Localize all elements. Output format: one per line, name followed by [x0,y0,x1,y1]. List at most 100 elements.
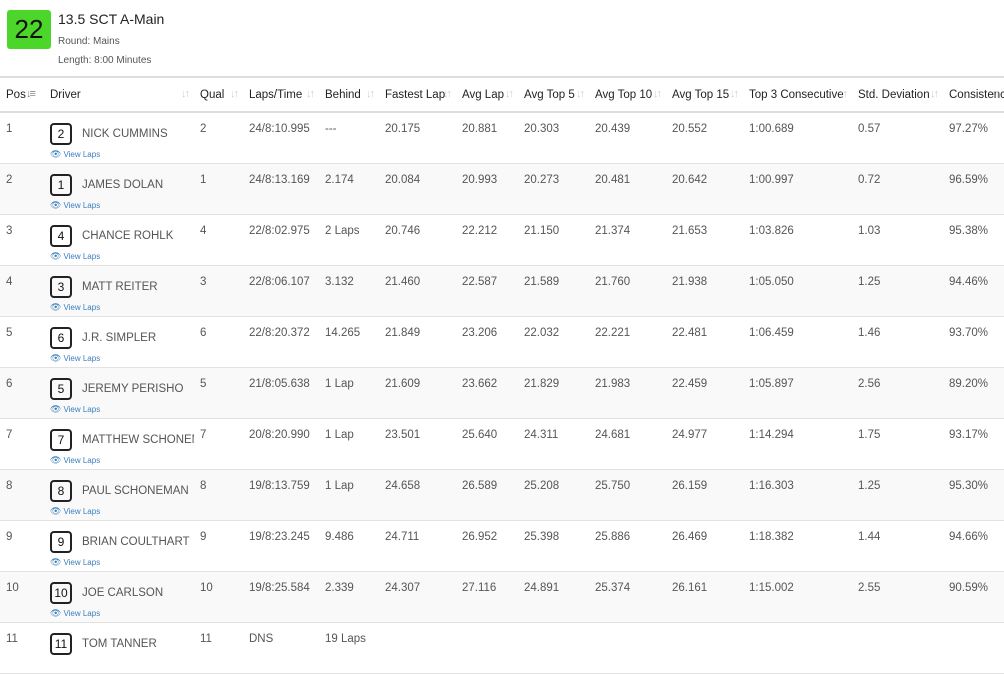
column-header-consistency[interactable]: Consistency↓↑ [943,76,1004,113]
column-header-pos[interactable]: Pos ↓≡ [0,76,44,113]
driver-cell: 4 CHANCE ROHLK 👁 View Laps [44,214,194,265]
driver-cell: 2 NICK CUMMINS 👁 View Laps [44,112,194,163]
view-laps-link[interactable]: 👁 View Laps [50,404,194,415]
cell-behind: 1 Lap [325,479,354,492]
sort-icon[interactable]: ↓↑ [366,88,375,100]
cell-avg-top-5: 20.303 [524,123,560,135]
cell-behind: 9.486 [325,530,354,543]
sort-icon[interactable]: ↓↑ [930,88,939,100]
cell-top-3-consecutive: 1:14.294 [749,428,794,441]
view-laps-link[interactable]: 👁 View Laps [50,608,194,619]
cell-std-deviation: 2.55 [858,581,881,594]
sort-icon[interactable]: ↓↑ [576,88,585,100]
cell-behind: --- [325,123,337,135]
cell-pos: 8 [6,479,13,492]
driver-cell: 8 PAUL SCHONEMAN 👁 View Laps [44,469,194,520]
cell-laps-time: 22/8:02.975 [249,224,310,237]
cell-avg-top-5 [518,622,589,673]
cell-avg-top-10: 21.374 [595,224,631,237]
view-laps-link[interactable]: 👁 View Laps [50,251,194,262]
cell-behind: 2.174 [325,173,354,186]
sort-icon[interactable]: ↓↑ [839,88,848,100]
column-header-qual[interactable]: Qual ↓↑ [194,76,243,113]
column-header-avg-lap[interactable]: Avg Lap ↓↑ [456,76,518,113]
driver-name: JOE CARLSON [82,586,164,599]
view-laps-label: View Laps [63,404,101,414]
view-laps-link[interactable]: 👁 View Laps [50,557,194,568]
cell-avg-top-10: 22.221 [595,326,631,339]
eye-icon: 👁 [50,149,62,159]
cell-top-3-consecutive: 1:03.826 [749,224,794,237]
view-laps-label: View Laps [63,150,101,159]
column-header-behind[interactable]: Behind ↓↑ [319,76,379,113]
column-header-top-3-consecutive[interactable]: Top 3 Consecutive ↓↑ [743,76,852,113]
cell-avg-lap [456,622,518,673]
cell-avg-lap: 22.587 [462,275,498,288]
column-header-fastest-lap[interactable]: Fastest Lap ↓↑ [379,76,456,113]
eye-icon: 👁 [50,301,62,312]
cell-laps-time: 24/8:13.169 [249,173,310,186]
cell-fastest-lap: 21.460 [385,275,421,288]
table-row: 1 2 NICK CUMMINS 👁 View Laps 2 24/8:10.995 --- 2… [0,112,1004,163]
cell-avg-lap: 27.116 [462,581,497,594]
column-header-driver[interactable]: Driver ↓↑ [44,76,194,113]
sort-icon[interactable]: ↓↑ [505,88,514,100]
eye-icon: 👁 [50,607,62,618]
race-length: Length: 8:00 Minutes [58,55,152,66]
sort-icon[interactable]: ↓↑ [230,88,239,100]
view-laps-link[interactable]: 👁 View Laps [50,302,194,313]
driver-name: TOM TANNER [82,637,157,650]
cell-consistency: 96.59% [949,173,989,186]
sort-icon[interactable]: ↓↑ [181,88,190,100]
car-number-badge: 2 [50,123,72,145]
cell-qual: 2 [200,123,207,135]
sort-icon[interactable]: ↓↑ [991,88,1000,100]
eye-icon: 👁 [50,352,62,363]
cell-top-3-consecutive: 1:05.050 [749,275,794,288]
view-laps-link[interactable]: 👁 View Laps [50,149,194,160]
view-laps-link[interactable]: 👁 View Laps [50,200,194,211]
column-header-laps-time[interactable]: Laps/Time ↓↑ [243,76,319,113]
table-row: 10 10 JOE CARLSON 👁 View Laps 10 19/8:25.584 2.… [0,571,1004,622]
cell-top-3-consecutive [743,622,852,673]
cell-laps-time: 19/8:13.759 [249,479,310,492]
column-header-label: Fastest Lap [385,88,446,101]
cell-avg-top-15: 22.481 [672,326,708,339]
cell-avg-top-15: 26.161 [672,581,708,594]
cell-qual: 8 [200,479,207,492]
column-header-avg-top-5[interactable]: Avg Top 5 ↓↑ [518,76,589,113]
column-header-avg-top-10[interactable]: Avg Top 10 ↓↑ [589,76,666,113]
column-header-label: Laps/Time [249,88,303,101]
sort-icon[interactable]: ↓↑ [306,88,315,100]
cell-avg-top-10: 20.481 [595,173,631,186]
cell-avg-top-15: 26.469 [672,530,708,543]
cell-std-deviation: 0.72 [858,173,881,186]
cell-fastest-lap: 21.609 [385,377,421,390]
column-header-avg-top-15[interactable]: Avg Top 15 ↓↑ [666,76,743,113]
sort-icon[interactable]: ↓↑ [730,88,739,100]
cell-avg-top-15: 21.653 [672,224,708,237]
table-row: 5 6 J.R. SIMPLER 👁 View Laps 6 22/8:20.372 14.2… [0,316,1004,367]
cell-laps-time: 19/8:23.245 [249,530,310,543]
cell-pos: 1 [6,123,13,135]
cell-fastest-lap: 23.501 [385,428,421,441]
view-laps-label: View Laps [63,302,101,312]
driver-name: NICK CUMMINS [82,128,168,140]
cell-qual: 3 [200,275,207,288]
sort-icon[interactable]: ↓↑ [443,88,452,100]
driver-cell: 5 JEREMY PERISHO 👁 View Laps [44,367,194,418]
view-laps-link[interactable]: 👁 View Laps [50,353,194,364]
cell-pos: 7 [6,428,13,441]
column-header-std-deviation[interactable]: Std. Deviation ↓↑ [852,76,943,113]
view-laps-link[interactable]: 👁 View Laps [50,455,194,466]
driver-cell: 10 JOE CARLSON 👁 View Laps [44,571,194,622]
cell-avg-top-10: 25.886 [595,530,631,543]
cell-avg-top-10: 21.983 [595,377,631,390]
view-laps-link[interactable]: 👁 View Laps [50,506,194,517]
view-laps-label: View Laps [63,251,101,261]
column-header-label: Top 3 Consecutive [749,88,844,101]
sort-ascending-icon[interactable]: ↓≡ [26,88,36,100]
sort-icon[interactable]: ↓↑ [653,88,662,100]
cell-pos: 11 [6,632,18,645]
cell-avg-lap: 20.993 [462,173,498,186]
